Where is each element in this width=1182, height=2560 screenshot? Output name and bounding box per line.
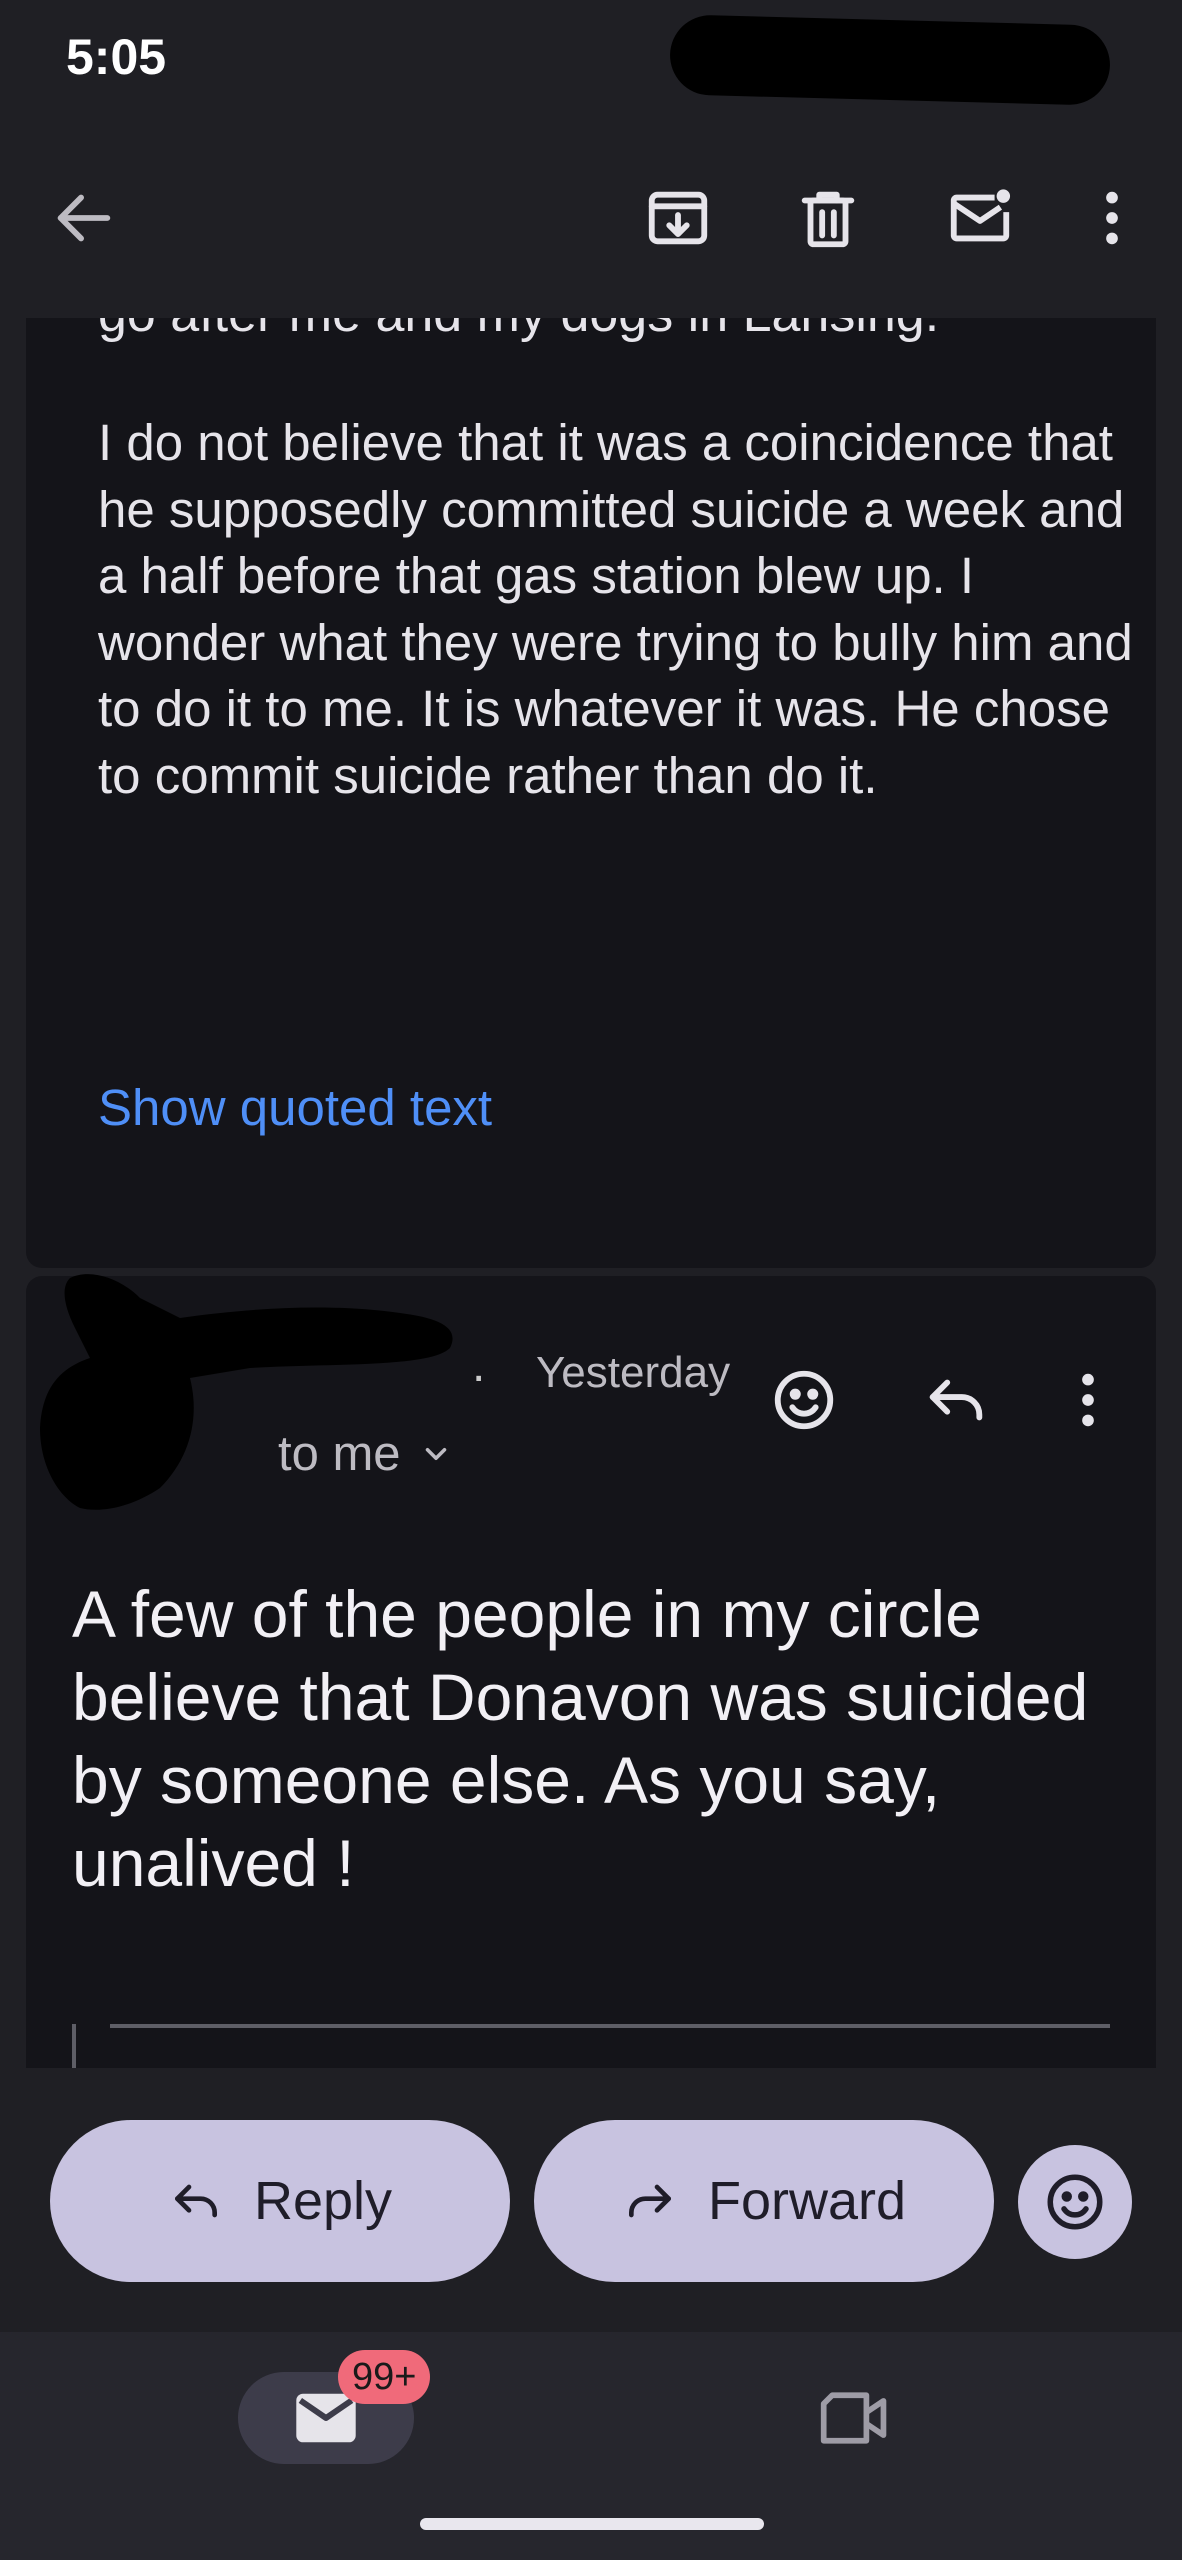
status-bar: 5:05 — [0, 0, 1182, 120]
status-time: 5:05 — [66, 29, 167, 85]
add-reaction-icon[interactable] — [764, 1360, 844, 1440]
archive-icon[interactable] — [638, 178, 718, 258]
message-body: A few of the people in my circle believe… — [72, 1577, 1089, 1900]
mail-unread-icon[interactable] — [940, 178, 1020, 258]
reply-icon[interactable] — [916, 1360, 996, 1440]
reply-icon — [174, 2184, 217, 2218]
nav-meet-tab[interactable] — [810, 2378, 900, 2458]
message-body-cutoff: go after me and my dogs in Lansing. — [98, 318, 939, 344]
quote-divider — [110, 2024, 1110, 2028]
forward-label: Forward — [707, 2171, 907, 2231]
recipient-details-toggle[interactable]: to me — [278, 1426, 453, 1482]
action-bar: Reply Forward — [0, 2068, 1182, 2332]
sender-name[interactable]: . — [472, 1338, 485, 1393]
redaction-mark — [669, 14, 1111, 106]
reply-label: Reply — [253, 2171, 393, 2231]
forward-icon — [628, 2184, 671, 2218]
home-indicator[interactable] — [420, 2518, 764, 2530]
redaction-mark — [40, 1274, 453, 1510]
chevron-down-icon — [425, 1447, 446, 1461]
message-card: go after me and my dogs in Lansing. I do… — [26, 318, 1156, 1268]
show-quoted-text-link[interactable]: Show quoted text — [98, 1078, 492, 1137]
message-date: Yesterday — [536, 1348, 731, 1397]
video-camera-icon — [820, 2392, 887, 2444]
more-vert-icon[interactable] — [1072, 178, 1152, 258]
unread-count-badge: 99+ — [338, 2350, 431, 2404]
bottom-navigation: 99+ — [0, 2332, 1182, 2560]
trash-icon[interactable] — [788, 178, 868, 258]
more-vert-icon[interactable] — [1048, 1360, 1128, 1440]
smile-icon — [1047, 2174, 1103, 2230]
message-thread[interactable]: go after me and my dogs in Lansing. I do… — [0, 318, 1182, 2068]
reply-button[interactable]: Reply — [50, 2120, 510, 2282]
quote-divider — [72, 2024, 76, 2068]
arrow-left-icon[interactable] — [44, 178, 124, 258]
message-body: I do not believe that it was a coinciden… — [98, 414, 1133, 804]
reaction-button[interactable] — [1018, 2145, 1132, 2259]
recipient-label: to me — [278, 1427, 401, 1481]
forward-button[interactable]: Forward — [534, 2120, 994, 2282]
top-toolbar — [0, 120, 1182, 318]
